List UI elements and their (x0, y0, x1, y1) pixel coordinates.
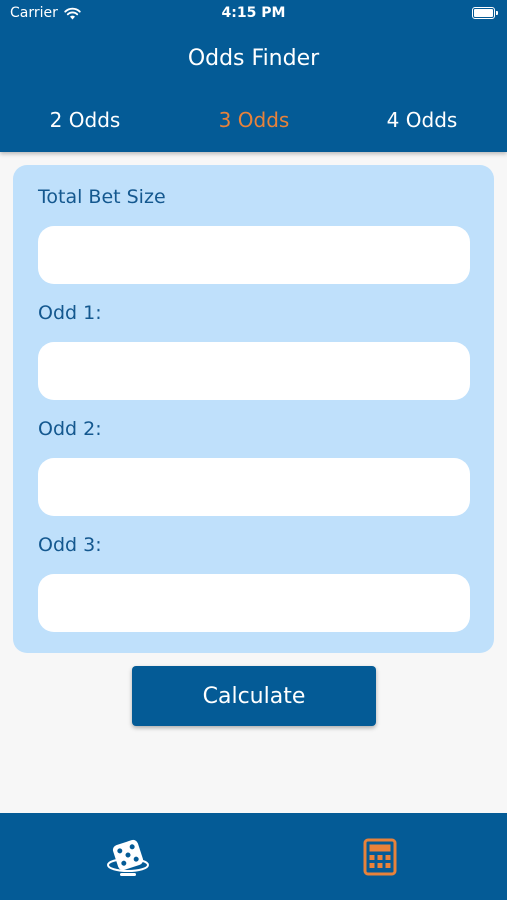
odds-form-card: Total Bet Size Odd 1: Odd 2: Odd 3: (13, 165, 494, 653)
page-title: Odds Finder (187, 46, 320, 71)
calculate-button[interactable]: Calculate (132, 666, 376, 726)
total-bet-size-label: Total Bet Size (38, 186, 166, 208)
tab-2-odds[interactable]: 2 Odds (20, 108, 150, 132)
bottom-nav (0, 813, 507, 900)
odd-3-label: Odd 3: (38, 534, 102, 556)
status-bar: Carrier 4:15 PM (0, 0, 507, 28)
dice-icon (107, 839, 149, 876)
odd-1-input[interactable] (38, 342, 470, 400)
odd-2-label: Odd 2: (38, 418, 102, 440)
total-bet-size-input[interactable] (38, 226, 470, 284)
tab-4-odds[interactable]: 4 Odds (357, 108, 487, 132)
battery-icon (472, 7, 498, 19)
battery-level (474, 9, 493, 17)
odd-1-label: Odd 1: (38, 302, 102, 324)
odds-tabs: 2 Odds 3 Odds 4 Odds (0, 108, 507, 138)
nav-item-calculator[interactable] (356, 833, 404, 881)
odd-2-input[interactable] (38, 458, 470, 516)
app-header: Carrier 4:15 PM Odds Finder 2 Odds 3 Odd… (0, 0, 507, 152)
calculator-icon (363, 838, 397, 876)
status-time: 4:15 PM (221, 5, 286, 21)
odd-3-input[interactable] (38, 574, 470, 632)
nav-item-dice[interactable] (104, 833, 152, 881)
tab-3-odds[interactable]: 3 Odds (189, 108, 319, 132)
